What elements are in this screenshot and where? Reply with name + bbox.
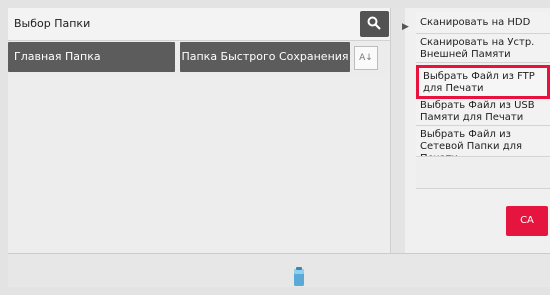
search-button[interactable] — [360, 11, 389, 37]
page-title: Выбор Папки — [14, 17, 91, 30]
bottom-bar — [8, 253, 550, 287]
search-icon — [367, 16, 381, 30]
screen-frame: Выбор Папки Главная Папка Папка Быстрого… — [8, 8, 550, 287]
title-bar: Выбор Папки — [8, 8, 390, 41]
job-status-icon[interactable] — [293, 267, 305, 287]
menu-item-scan-to-hdd[interactable]: Сканировать на HDD — [416, 12, 550, 34]
panel-divider — [390, 8, 405, 253]
menu-item-select-file-usb[interactable]: Выбрать Файл из USB Памяти для Печати — [416, 98, 550, 126]
menu-empty-slot — [416, 158, 550, 189]
home-folder-button[interactable]: Главная Папка — [8, 42, 175, 72]
expand-arrow-icon[interactable]: ▶ — [402, 22, 409, 32]
folder-list-area — [8, 78, 390, 253]
folder-select-panel: Выбор Папки Главная Папка Папка Быстрого… — [8, 8, 390, 253]
menu-item-scan-to-external-memory[interactable]: Сканировать на Устр. Внешней Памяти — [416, 35, 550, 63]
menu-item-select-file-ftp[interactable]: Выбрать Файл из FTP для Печати — [416, 65, 550, 99]
ca-button[interactable]: CA — [506, 206, 548, 236]
quick-save-folder-button[interactable]: Папка Быстрого Сохранения — [180, 42, 350, 72]
menu-item-select-file-network-folder[interactable]: Выбрать Файл из Сетевой Папки для Печати — [416, 127, 550, 157]
sort-button[interactable]: A↓ — [354, 46, 378, 70]
